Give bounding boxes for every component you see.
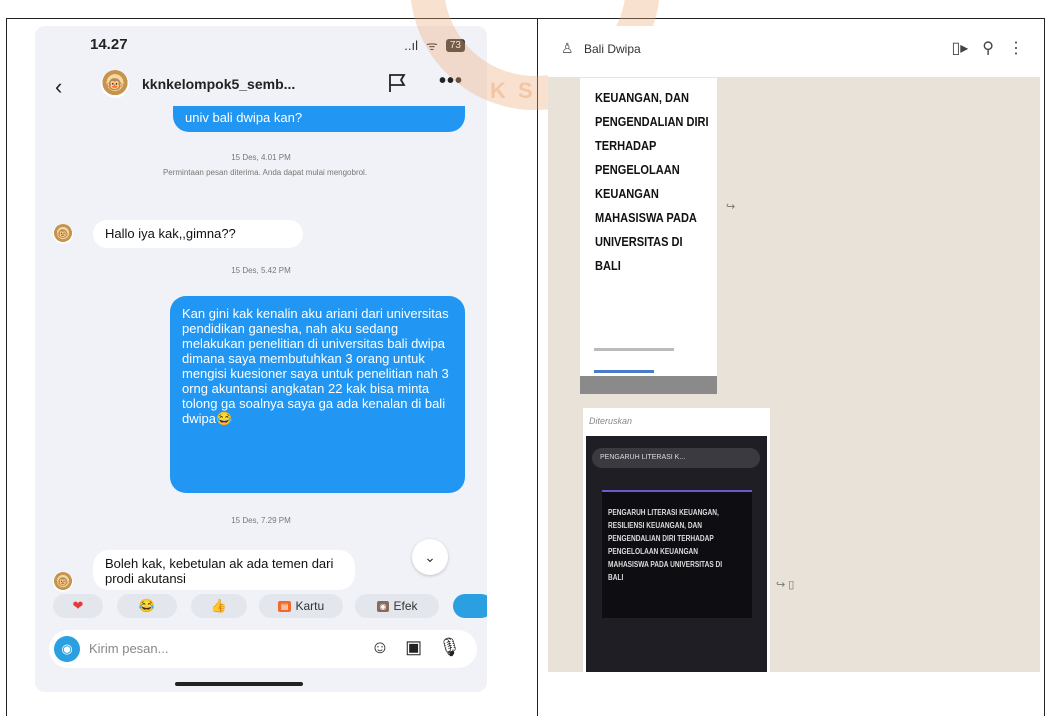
document-tab: PENGARUH LITERASI K...	[592, 448, 760, 468]
signal-icon: ..ıl	[404, 37, 418, 53]
chat-header: ♙ Bali Dwipa ▯▸ ⚲ ⋮	[548, 26, 1040, 78]
message-bubble-sent: Kan gini kak kenalin aku ariani dari uni…	[170, 296, 465, 493]
document-page: PENGARUH LITERASI KEUANGAN, RESILIENSI K…	[602, 490, 752, 618]
back-icon[interactable]: ‹	[55, 74, 62, 100]
message-timestamp: 15 Des, 5.42 PM	[231, 266, 291, 275]
sticker-icon[interactable]: ☺	[371, 637, 389, 658]
efek-label: Efek	[393, 599, 418, 613]
chat-header: ‹ 🐵 kknkelompok5_semb... •••	[35, 70, 487, 104]
flag-icon[interactable]	[386, 72, 408, 94]
document-title: KEUANGAN, DAN PENGENDALIAN DIRI TERHADAP…	[595, 90, 709, 273]
document-link[interactable]	[594, 370, 654, 373]
sender-avatar: 🐵	[53, 224, 73, 244]
wifi-icon: ᯤ	[426, 38, 438, 53]
status-icons: ..ıl ᯤ 73	[404, 36, 465, 54]
whatsapp-chat-screenshot: ♙ Bali Dwipa ▯▸ ⚲ ⋮ KEUANGAN, DAN PENGEN…	[548, 26, 1040, 672]
reaction-more[interactable]	[453, 594, 487, 618]
table-divider	[537, 18, 538, 716]
forwarded-message[interactable]: Diteruskan PENGARUH LITERASI K... PENGAR…	[583, 408, 770, 672]
forwarded-screenshot: PENGARUH LITERASI K... PENGARUH LITERASI…	[586, 436, 767, 672]
reaction-kartu[interactable]: ▤ Kartu	[259, 594, 343, 618]
thumbs-up-icon: 👍	[210, 598, 228, 613]
gallery-icon[interactable]: ▣	[405, 637, 422, 658]
chat-username[interactable]: kknkelompok5_semb...	[142, 76, 295, 92]
user-icon: ♙	[561, 40, 574, 56]
chat-name[interactable]: Bali Dwipa	[584, 42, 641, 56]
message-timestamp: 15 Des, 7.29 PM	[231, 516, 291, 525]
battery-icon: 73	[445, 38, 465, 52]
efek-icon: ◉	[376, 600, 390, 612]
menu-icon[interactable]: ⋮	[1008, 38, 1024, 58]
status-bar: 14.27 ..ıl ᯤ 73	[35, 26, 487, 66]
reaction-thumbs-up[interactable]: 👍	[191, 594, 247, 618]
mic-icon[interactable]: 🎙	[438, 637, 461, 658]
message-timestamp: 15 Des, 4.01 PM	[231, 153, 291, 162]
document-caption-bar	[580, 376, 717, 394]
forward-icon[interactable]: ↪ ▯	[776, 578, 794, 591]
avatar[interactable]: 🐵	[101, 70, 129, 98]
video-icon[interactable]: ▯▸	[951, 38, 968, 58]
message-input[interactable]: Kirim pesan...	[89, 641, 168, 656]
message-bubble-received: Hallo iya kak,,gimna??	[93, 220, 303, 248]
camera-icon[interactable]: ◉	[54, 636, 80, 662]
kartu-label: Kartu	[295, 599, 325, 613]
document-title: PENGARUH LITERASI KEUANGAN, RESILIENSI K…	[608, 508, 723, 582]
document-subtext	[594, 348, 674, 351]
chevron-down-icon[interactable]: ⌄	[412, 539, 448, 575]
forward-icon[interactable]: ↪	[726, 200, 735, 213]
system-message: Permintaan pesan diterima. Anda dapat mu…	[162, 168, 368, 177]
reaction-heart[interactable]: ❤	[53, 594, 103, 618]
forwarded-label: Diteruskan	[589, 416, 633, 426]
status-time: 14.27	[90, 36, 128, 53]
quick-reactions: ❤ 😂 👍 ▤ Kartu ◉ Efek	[35, 594, 487, 620]
home-indicator	[175, 682, 303, 686]
sender-avatar: 🐵	[53, 572, 73, 592]
instagram-dm-screenshot: 14.27 ..ıl ᯤ 73 ‹ 🐵 kknkelompok5_semb...…	[35, 26, 487, 692]
heart-icon: ❤	[72, 598, 84, 613]
search-icon[interactable]: ⚲	[982, 38, 994, 58]
more-icon[interactable]: •••	[439, 70, 463, 93]
message-bubble-received: Boleh kak, kebetulan ak ada temen dari p…	[93, 550, 355, 590]
document-preview[interactable]: KEUANGAN, DAN PENGENDALIAN DIRI TERHADAP…	[580, 78, 717, 394]
message-input-bar: ◉ Kirim pesan... ☺ ▣ 🎙	[49, 630, 477, 668]
reaction-laugh[interactable]: 😂	[117, 594, 177, 618]
kartu-icon: ▤	[277, 600, 292, 612]
message-bubble-sent: univ bali dwipa kan?	[173, 106, 465, 132]
reaction-efek[interactable]: ◉ Efek	[355, 594, 439, 618]
laugh-emoji-icon: 😂	[138, 598, 156, 613]
